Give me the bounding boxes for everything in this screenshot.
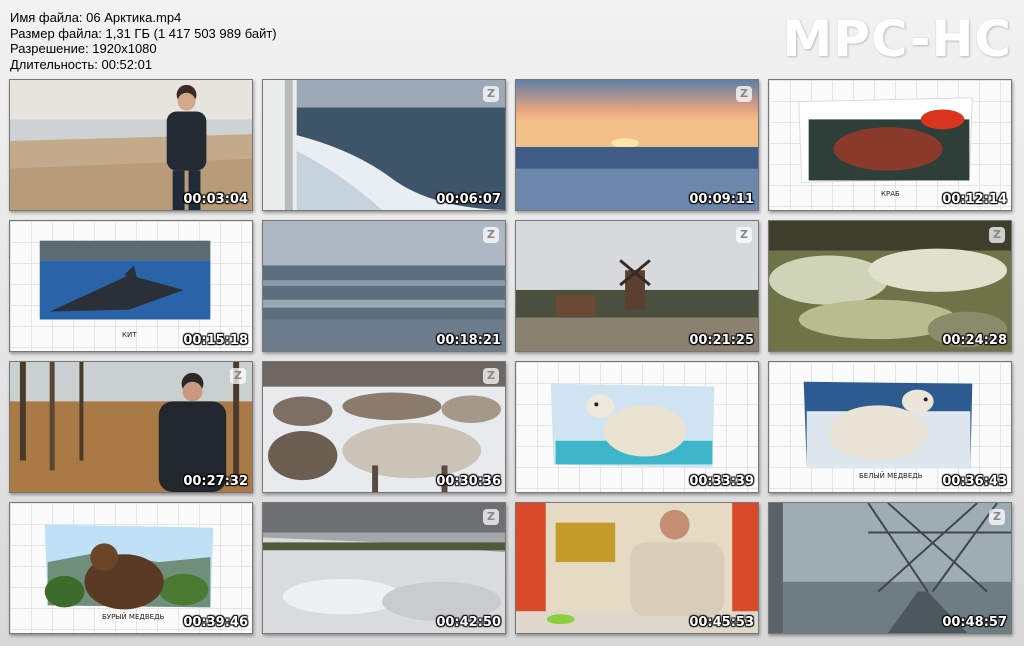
- thumbnail[interactable]: БЕЛЫЙ МЕДВЕДЬ 00:36:43: [768, 361, 1012, 493]
- thumbnail[interactable]: 00:33:39: [515, 361, 759, 493]
- thumbnail[interactable]: 00:45:53: [515, 502, 759, 634]
- thumbnail[interactable]: Z 00:42:50: [262, 502, 506, 634]
- duration-text: Длительность: 00:52:01: [10, 56, 153, 72]
- file-info-panel: Имя файла: 06 Арктика.mp4 Размер файла: …: [10, 10, 277, 72]
- file-name-text: Имя файла: 06 Арктика.mp4: [10, 10, 182, 25]
- thumbnail[interactable]: 00:03:04: [9, 79, 253, 211]
- mpc-hc-logo: MPC-HC: [782, 10, 1012, 68]
- thumbnail[interactable]: КРАБ 00:12:14: [768, 79, 1012, 211]
- thumbnail-image: [10, 362, 252, 492]
- timestamp-label: 00:30:36: [436, 474, 501, 489]
- thumbnail[interactable]: Z 00:09:11: [515, 79, 759, 211]
- thumbnail-image: [769, 503, 1011, 633]
- caption-text: БУРЫЙ МЕДВЕДЬ: [102, 613, 165, 621]
- z-watermark-icon: Z: [736, 227, 752, 243]
- timestamp-label: 00:45:53: [689, 615, 754, 630]
- thumbnail[interactable]: Z 00:48:57: [768, 502, 1012, 634]
- resolution-text: Разрешение: 1920x1080: [10, 41, 157, 56]
- z-watermark-icon: Z: [483, 368, 499, 384]
- caption-text: КИТ: [122, 331, 137, 339]
- thumbnail-image: [516, 503, 758, 633]
- thumbnail-image: [516, 80, 758, 210]
- timestamp-label: 00:39:46: [183, 615, 248, 630]
- z-watermark-icon: Z: [736, 86, 752, 102]
- thumbnail-image: [263, 362, 505, 492]
- timestamp-label: 00:09:11: [689, 192, 754, 207]
- timestamp-label: 00:27:32: [183, 474, 248, 489]
- thumbnail-image: [263, 80, 505, 210]
- timestamp-label: 00:24:28: [942, 333, 1007, 348]
- timestamp-label: 00:12:14: [942, 192, 1007, 207]
- timestamp-label: 00:48:57: [942, 615, 1007, 630]
- timestamp-label: 00:06:07: [436, 192, 501, 207]
- thumbnail-image: [769, 221, 1011, 351]
- timestamp-label: 00:18:21: [436, 333, 501, 348]
- timestamp-label: 00:42:50: [436, 615, 501, 630]
- caption-text: КРАБ: [881, 190, 900, 198]
- file-size-text: Размер файла: 1,31 ГБ (1 417 503 989 бай…: [10, 25, 277, 41]
- timestamp-label: 00:03:04: [183, 192, 248, 207]
- timestamp-label: 00:21:25: [689, 333, 754, 348]
- thumbnail[interactable]: Z 00:21:25: [515, 220, 759, 352]
- thumbnail[interactable]: КИТ 00:15:18: [9, 220, 253, 352]
- thumbnail-image: [263, 221, 505, 351]
- caption-text: БЕЛЫЙ МЕДВЕДЬ: [859, 472, 923, 480]
- timestamp-label: 00:33:39: [689, 474, 754, 489]
- thumbnail-image: [516, 221, 758, 351]
- thumbnail[interactable]: Z 00:06:07: [262, 79, 506, 211]
- thumbnail-image: [263, 503, 505, 633]
- z-watermark-icon: Z: [483, 86, 499, 102]
- thumbnail[interactable]: Z 00:27:32: [9, 361, 253, 493]
- z-watermark-icon: Z: [483, 509, 499, 525]
- thumbnail[interactable]: Z 00:24:28: [768, 220, 1012, 352]
- thumbnail[interactable]: Z 00:30:36: [262, 361, 506, 493]
- timestamp-label: 00:36:43: [942, 474, 1007, 489]
- thumbnail[interactable]: БУРЫЙ МЕДВЕДЬ 00:39:46: [9, 502, 253, 634]
- z-watermark-icon: Z: [989, 509, 1005, 525]
- timestamp-label: 00:15:18: [183, 333, 248, 348]
- thumbnail-image: [550, 383, 715, 469]
- z-watermark-icon: Z: [483, 227, 499, 243]
- thumbnail-image: [10, 80, 252, 210]
- thumbnail[interactable]: Z 00:18:21: [262, 220, 506, 352]
- z-watermark-icon: Z: [989, 227, 1005, 243]
- z-watermark-icon: Z: [230, 368, 246, 384]
